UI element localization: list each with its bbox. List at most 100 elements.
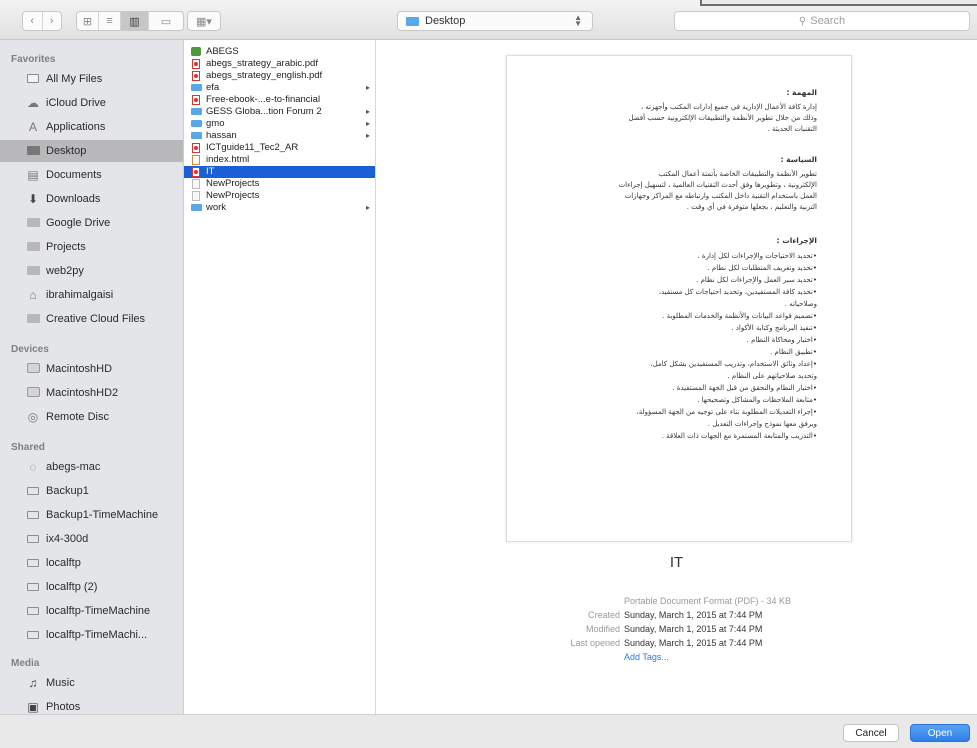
list-icon: ≡ xyxy=(106,15,113,27)
back-button[interactable]: ‹ xyxy=(23,12,43,30)
list-view-button[interactable]: ≡ xyxy=(99,12,121,30)
sidebar-item-abegs-mac[interactable]: ◌ abegs-mac xyxy=(0,456,183,478)
sidebar-item-macintoshhd[interactable]: MacintoshHD xyxy=(0,358,183,380)
sidebar-item-localftp-timemachine-2[interactable]: localftp-TimeMachi... xyxy=(0,624,183,646)
sidebar-item-creative-cloud-files[interactable]: Creative Cloud Files xyxy=(0,308,183,330)
sidebar-item-photos[interactable]: ▣ Photos xyxy=(0,696,183,714)
file-item-gess-forum[interactable]: GESS Globa...tion Forum 2 ▸ xyxy=(184,106,375,118)
sidebar-item-applications[interactable]: A Applications xyxy=(0,116,183,138)
file-item-newprojects[interactable]: NewProjects xyxy=(184,178,375,190)
home-icon: ⌂ xyxy=(29,288,37,302)
sidebar-item-home[interactable]: ⌂ ibrahimalgaisi xyxy=(0,284,183,306)
file-item-abegs[interactable]: ABEGS xyxy=(184,46,375,58)
sidebar-item-projects[interactable]: Projects xyxy=(0,236,183,258)
sidebar-item-label: Documents xyxy=(46,169,102,181)
forward-button[interactable]: › xyxy=(43,12,62,30)
document-line: •تطبيق النظام . xyxy=(770,348,817,356)
sidebar-item-label: ibrahimalgaisi xyxy=(46,289,114,301)
folder-icon xyxy=(190,132,202,140)
file-item-ictguide[interactable]: ICTguide11_Tec2_AR xyxy=(184,142,375,154)
monitor-icon xyxy=(25,484,41,498)
file-name: NewProjects xyxy=(206,190,260,202)
sidebar-item-localftp-timemachine[interactable]: localftp-TimeMachine xyxy=(0,600,183,622)
document-line: ويرفق معها نموذج وإجراءات التعديل . xyxy=(707,420,817,428)
sidebar-item-localftp[interactable]: localftp xyxy=(0,552,183,574)
app-icon xyxy=(190,47,202,57)
sidebar-item-documents[interactable]: ▤ Documents xyxy=(0,164,183,186)
file-item-free-ebook[interactable]: Free-ebook-...e-to-financial xyxy=(184,94,375,106)
document-line: وذلك من خلال تطوير الأنظمة والتطبيقات ال… xyxy=(628,114,817,122)
sidebar: Favorites All My Files ☁ iCloud Drive A … xyxy=(0,40,184,714)
pdf-file-icon xyxy=(190,70,202,81)
file-item-efa[interactable]: efa ▸ xyxy=(184,82,375,94)
folder-icon xyxy=(406,16,419,26)
sidebar-item-remote-disc[interactable]: ◎ Remote Disc xyxy=(0,406,183,428)
monitor-icon xyxy=(25,556,41,570)
add-tags-link[interactable]: Add Tags... xyxy=(624,652,669,662)
pdf-file-icon xyxy=(190,166,202,177)
file-name: ABEGS xyxy=(206,46,239,58)
sidebar-item-label: abegs-mac xyxy=(46,461,101,473)
document-thumbnail[interactable]: المهمة : إدارة كافة الأعمال الإدارية في … xyxy=(506,55,852,542)
sidebar-item-google-drive[interactable]: Google Drive xyxy=(0,212,183,234)
arrange-button[interactable]: ▦▾ xyxy=(187,11,221,31)
file-item-it[interactable]: IT xyxy=(184,166,375,178)
music-icon: ♫ xyxy=(28,676,38,690)
sidebar-item-backup1[interactable]: Backup1 xyxy=(0,480,183,502)
file-item-index-html[interactable]: index.html xyxy=(184,154,375,166)
network-icon: ◌ xyxy=(29,460,37,474)
column-view-button[interactable]: ▥ xyxy=(121,12,149,30)
document-line: تطوير الأنظمة والتطبيقات الخاصة بأتمتة أ… xyxy=(658,170,817,178)
chevron-right-icon: ▸ xyxy=(365,107,370,117)
sidebar-item-macintoshhd2[interactable]: MacintoshHD2 xyxy=(0,382,183,404)
sidebar-item-backup1-timemachine[interactable]: Backup1-TimeMachine xyxy=(0,504,183,526)
cover-flow-icon: ▭ xyxy=(160,15,172,28)
window-frame-edge xyxy=(700,0,977,6)
open-button[interactable]: Open xyxy=(910,724,970,742)
sidebar-item-web2py[interactable]: web2py xyxy=(0,260,183,282)
location-label: Desktop xyxy=(425,15,466,27)
pdf-file-icon xyxy=(190,94,202,105)
document-line: •التدريب والمتابعة المستمرة مع الجهات ذا… xyxy=(661,432,817,440)
file-item-hassan[interactable]: hassan ▸ xyxy=(184,130,375,142)
search-field[interactable]: ⚲ Search xyxy=(674,11,970,31)
document-line: السياسة : xyxy=(780,155,817,164)
sidebar-item-desktop[interactable]: Desktop xyxy=(0,140,183,162)
document-line: •تحديد الاحتياجات والإجراءات لكل إدارة . xyxy=(697,252,817,260)
sidebar-item-ix4-300d[interactable]: ix4-300d xyxy=(0,528,183,550)
cloud-icon: ☁ xyxy=(27,96,39,110)
sidebar-item-icloud-drive[interactable]: ☁ iCloud Drive xyxy=(0,92,183,114)
file-name: abegs_strategy_english.pdf xyxy=(206,70,323,82)
search-placeholder: Search xyxy=(810,15,846,27)
icon-view-button[interactable]: ⊞ xyxy=(77,12,99,30)
file-item-gmo[interactable]: gmo ▸ xyxy=(184,118,375,130)
sidebar-item-label: web2py xyxy=(46,265,84,277)
sidebar-item-all-my-files[interactable]: All My Files xyxy=(0,68,183,90)
document-icon xyxy=(190,178,202,189)
file-item-abegs-strategy-english[interactable]: abegs_strategy_english.pdf xyxy=(184,70,375,82)
cover-flow-button[interactable]: ▭ xyxy=(149,12,183,30)
sidebar-item-label: Remote Disc xyxy=(46,411,109,423)
file-name: work xyxy=(206,202,227,214)
meta-value: Sunday, March 1, 2015 at 7:44 PM xyxy=(624,610,763,620)
location-popup[interactable]: Desktop ▲ ▼ xyxy=(397,11,593,31)
document-line: •إعداد وثائق الاستخدام، وتدريب المستفيدي… xyxy=(650,360,817,368)
file-name: efa xyxy=(206,82,220,94)
sidebar-item-downloads[interactable]: ⬇ Downloads xyxy=(0,188,183,210)
chevron-right-icon: ▸ xyxy=(365,203,370,213)
cancel-button[interactable]: Cancel xyxy=(843,724,899,742)
desktop-folder-icon xyxy=(25,144,41,158)
file-name: Free-ebook-...e-to-financial xyxy=(206,94,321,106)
document-line: •تحديد سير العمل والإجراءات لكل نظام . xyxy=(696,276,817,284)
grid-icon: ⊞ xyxy=(82,15,93,28)
file-item-work[interactable]: work ▸ xyxy=(184,202,375,214)
sidebar-item-localftp-2[interactable]: localftp (2) xyxy=(0,576,183,598)
chevron-right-icon: ▸ xyxy=(365,83,370,93)
folder-icon xyxy=(25,216,41,230)
sidebar-item-music[interactable]: ♫ Music xyxy=(0,672,183,694)
chevron-right-icon: ▸ xyxy=(365,131,370,141)
file-item-newprojects-2[interactable]: NewProjects xyxy=(184,190,375,202)
sidebar-item-label: All My Files xyxy=(46,73,103,85)
sidebar-item-label: MacintoshHD xyxy=(46,363,113,375)
file-item-abegs-strategy-arabic[interactable]: abegs_strategy_arabic.pdf xyxy=(184,58,375,70)
